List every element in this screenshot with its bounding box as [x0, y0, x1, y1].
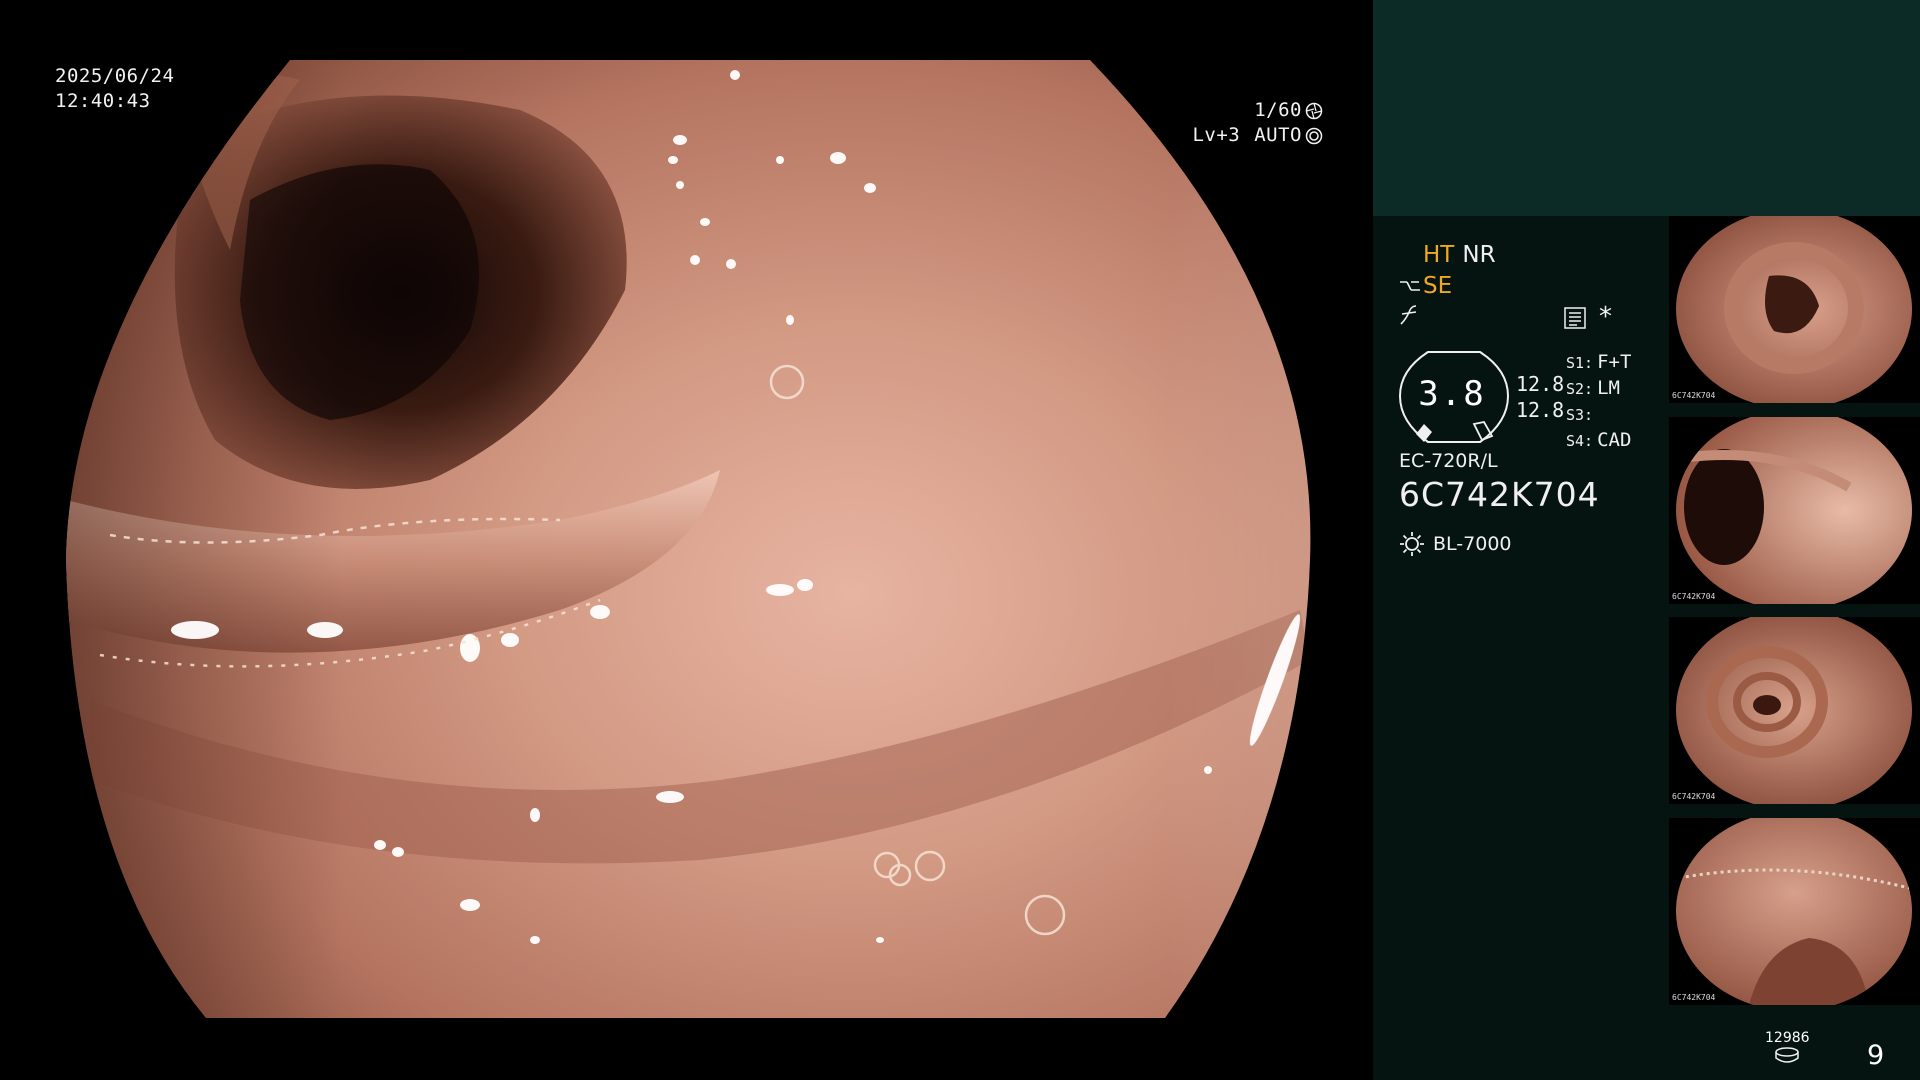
storage-count: 12986	[1765, 1030, 1810, 1046]
menu-list-icon	[1564, 307, 1586, 329]
structure-filter-icon	[1400, 305, 1417, 325]
captured-thumbnail[interactable]: 6C742K704	[1669, 417, 1920, 604]
storage-counter: 12986	[1765, 1030, 1810, 1063]
panel-header-area	[1373, 0, 1920, 216]
scope-switch-assignments: S1: F+T S2: LM S3: S4: CAD	[1566, 350, 1631, 454]
exposure-readout: 1/60 Lv+3 AUTO	[1192, 98, 1323, 148]
gauge-readout-2: 12.8	[1516, 398, 1565, 422]
thumbnail-image	[1676, 617, 1912, 804]
processing-modes: HT NR	[1423, 242, 1496, 268]
image-count: 9	[1867, 1040, 1885, 1071]
light-source: BL-7000	[1399, 531, 1512, 557]
exam-date: 2025/06/24	[55, 65, 175, 87]
scope-model: EC-720R/L	[1399, 450, 1498, 472]
structure-enhance-icon	[1400, 281, 1420, 291]
thumbnail-image	[1676, 818, 1912, 1005]
captured-thumbnail[interactable]: 6C742K704	[1669, 617, 1920, 804]
light-source-model: BL-7000	[1433, 533, 1512, 555]
mode-ht: HT	[1423, 242, 1455, 268]
storage-disk-icon	[1775, 1047, 1800, 1063]
gauge-readout-1: 12.8	[1516, 372, 1565, 396]
exposure-line: Lv+3 AUTO	[1192, 123, 1323, 148]
gauge-value: 3.8	[1418, 374, 1486, 414]
switch-s2: S2: LM	[1566, 377, 1620, 399]
captured-thumbnail[interactable]: 6C742K704	[1669, 216, 1920, 403]
aperture-icon	[1305, 102, 1323, 119]
switch-s3: S3:	[1566, 406, 1594, 424]
enhance-mode: SE	[1399, 273, 1452, 299]
exposure-mode: AUTO	[1254, 124, 1302, 146]
thumbnail-label: 6C742K704	[1672, 592, 1716, 601]
mode-se: SE	[1423, 273, 1453, 299]
exam-datetime: 2025/06/24 12:40:43	[55, 64, 174, 114]
thumbnail-image	[1676, 417, 1912, 604]
scope-serial: 6C742K704	[1399, 475, 1600, 514]
captured-thumbnail[interactable]: 6C742K704	[1669, 818, 1920, 1005]
endoscopic-image	[66, 60, 1311, 1018]
exam-time: 12:40:43	[55, 90, 151, 112]
thumbnail-label: 6C742K704	[1672, 792, 1716, 801]
thumbnail-image	[1676, 216, 1912, 403]
thumbnail-label: 6C742K704	[1672, 391, 1716, 400]
asterisk-marker: *	[1599, 302, 1612, 332]
lamp-icon	[1400, 532, 1424, 556]
thumbnail-label: 6C742K704	[1672, 993, 1716, 1002]
exposure-level: Lv+3	[1192, 124, 1241, 146]
shutter-speed: 1/60	[1254, 99, 1302, 121]
switch-s4: S4: CAD	[1566, 429, 1632, 451]
shutter-line: 1/60	[1192, 98, 1323, 123]
mode-nr: NR	[1462, 242, 1496, 268]
switch-s1: S1: F+T	[1566, 351, 1632, 373]
endoscope-view: 2025/06/24 12:40:43 1/60 Lv+3 AUTO	[0, 0, 1373, 1080]
iris-icon	[1305, 127, 1323, 144]
